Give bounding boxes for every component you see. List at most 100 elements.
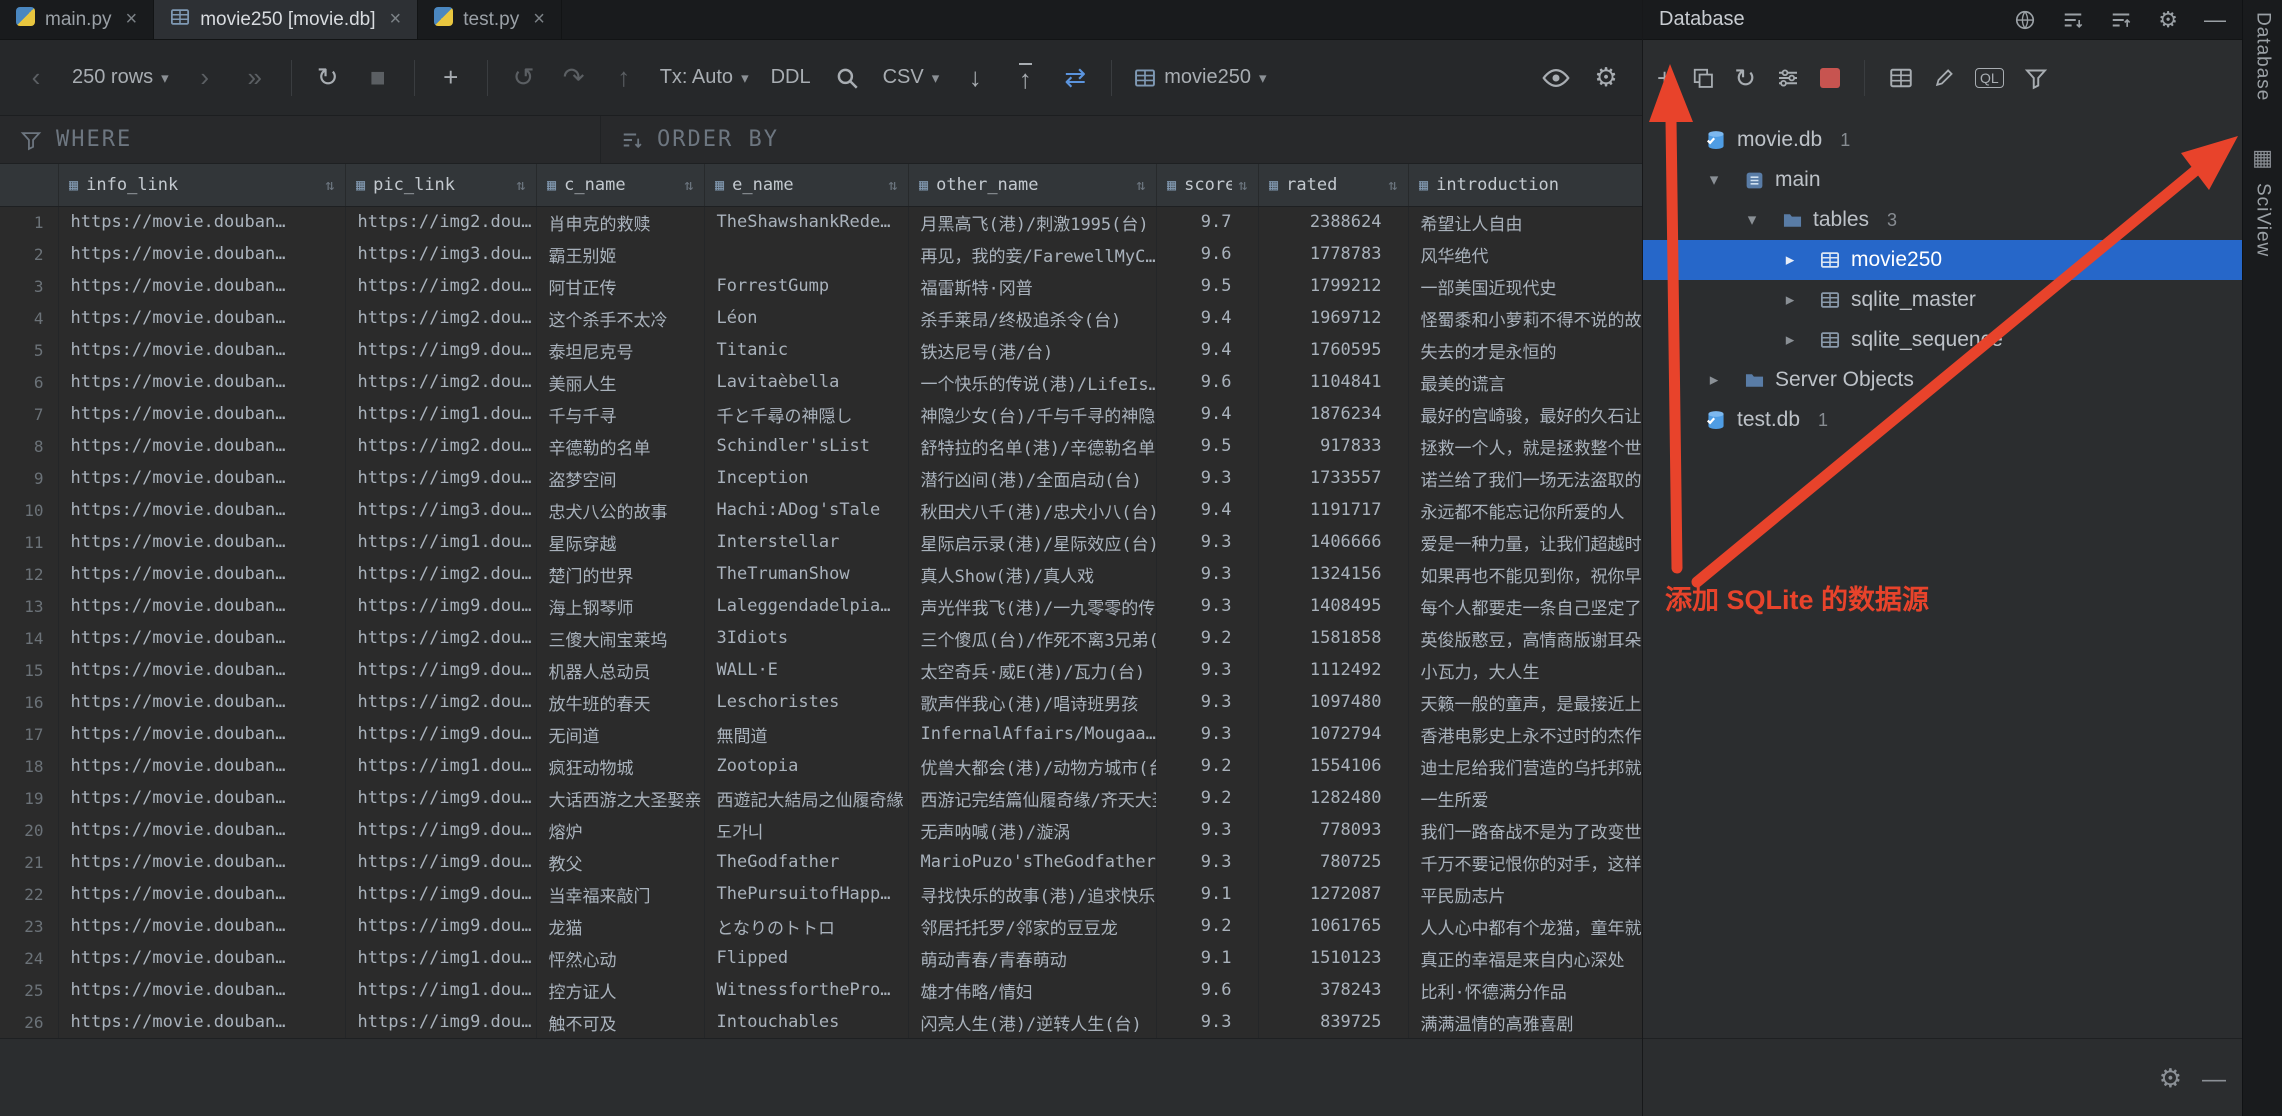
cell-pic-link[interactable]: https://img9.dou… bbox=[345, 782, 536, 814]
cell-other-name[interactable]: MarioPuzo'sTheGodfather bbox=[908, 846, 1156, 878]
order-by-filter-input[interactable]: ORDER BY bbox=[600, 116, 799, 163]
cell-rated[interactable]: 1406666 bbox=[1258, 526, 1408, 558]
cell-rated[interactable]: 778093 bbox=[1258, 814, 1408, 846]
chevron-down-icon[interactable]: ▾ bbox=[1733, 210, 1771, 230]
cell-other-name[interactable]: 神隐少女(台)/千与千寻的神隐 bbox=[908, 398, 1156, 430]
cell-score[interactable]: 9.3 bbox=[1156, 846, 1258, 878]
cell-rated[interactable]: 1061765 bbox=[1258, 910, 1408, 942]
cell-other-name[interactable]: 萌动青春/青春萌动 bbox=[908, 942, 1156, 974]
table-selector-button[interactable]: movie250 ▾ bbox=[1126, 55, 1274, 101]
cell-info-link[interactable]: https://movie.douban… bbox=[58, 622, 345, 654]
tree-item-sqlite-master[interactable]: ▸sqlite_master bbox=[1643, 280, 2242, 320]
cell-e-name[interactable]: 3Idiots bbox=[704, 622, 908, 654]
cell-info-link[interactable]: https://movie.douban… bbox=[58, 846, 345, 878]
cell-c-name[interactable]: 盗梦空间 bbox=[536, 462, 704, 494]
tab-main-py[interactable]: main.py× bbox=[0, 0, 154, 39]
cell-c-name[interactable]: 怦然心动 bbox=[536, 942, 704, 974]
cell-introduction[interactable]: 最好的宫崎骏，最好的久石让 bbox=[1408, 398, 1642, 430]
tree-item-movie250[interactable]: ▸movie250 bbox=[1643, 240, 2242, 280]
cell-introduction[interactable]: 平民励志片 bbox=[1408, 878, 1642, 910]
page-size-button[interactable]: 250 rows ▾ bbox=[64, 55, 177, 101]
cell-other-name[interactable]: 秋田犬八千(港)/忠犬小八(台) bbox=[908, 494, 1156, 526]
cell-rated[interactable]: 1408495 bbox=[1258, 590, 1408, 622]
cell-rated[interactable]: 1097480 bbox=[1258, 686, 1408, 718]
cell-rated[interactable]: 2388624 bbox=[1258, 206, 1408, 238]
cell-rated[interactable]: 1799212 bbox=[1258, 270, 1408, 302]
cell-score[interactable]: 9.3 bbox=[1156, 814, 1258, 846]
sort-arrows-icon[interactable]: ⇅ bbox=[516, 176, 525, 194]
row-number[interactable]: 10 bbox=[0, 494, 58, 526]
tab-movie250-movie-db[interactable]: movie250 [movie.db]× bbox=[154, 0, 418, 39]
cell-pic-link[interactable]: https://img2.dou… bbox=[345, 366, 536, 398]
cell-rated[interactable]: 780725 bbox=[1258, 846, 1408, 878]
cell-score[interactable]: 9.3 bbox=[1156, 462, 1258, 494]
cell-other-name[interactable]: 寻找快乐的故事(港)/追求快乐 bbox=[908, 878, 1156, 910]
cell-e-name[interactable]: となりのトトロ bbox=[704, 910, 908, 942]
last-page-button[interactable]: » bbox=[233, 55, 277, 101]
cell-pic-link[interactable]: https://img9.dou… bbox=[345, 846, 536, 878]
cell-other-name[interactable]: 邻居托托罗/邻家的豆豆龙 bbox=[908, 910, 1156, 942]
cell-e-name[interactable]: TheShawshankRede… bbox=[704, 206, 908, 238]
cell-pic-link[interactable]: https://img9.dou… bbox=[345, 590, 536, 622]
collapse-all-icon[interactable] bbox=[2110, 9, 2132, 31]
cell-c-name[interactable]: 当幸福来敲门 bbox=[536, 878, 704, 910]
cell-pic-link[interactable]: https://img9.dou… bbox=[345, 462, 536, 494]
cell-introduction[interactable]: 千万不要记恨你的对手，这样会 bbox=[1408, 846, 1642, 878]
cell-e-name[interactable]: TheTrumanShow bbox=[704, 558, 908, 590]
cell-introduction[interactable]: 永远都不能忘记你所爱的人 bbox=[1408, 494, 1642, 526]
cell-score[interactable]: 9.4 bbox=[1156, 302, 1258, 334]
cell-info-link[interactable]: https://movie.douban… bbox=[58, 590, 345, 622]
search-button[interactable] bbox=[825, 55, 869, 101]
panel-settings-gear-icon[interactable]: ⚙ bbox=[2158, 7, 2178, 33]
cell-introduction[interactable]: 最美的谎言 bbox=[1408, 366, 1642, 398]
cell-introduction[interactable]: 如果再也不能见到你，祝你早安 bbox=[1408, 558, 1642, 590]
cell-score[interactable]: 9.2 bbox=[1156, 910, 1258, 942]
sort-arrows-icon[interactable]: ⇅ bbox=[1238, 176, 1247, 194]
tool-button-database[interactable]: Database bbox=[2252, 12, 2274, 101]
new-datasource-button[interactable]: + bbox=[1657, 63, 1672, 94]
cell-score[interactable]: 9.4 bbox=[1156, 334, 1258, 366]
cell-rated[interactable]: 1191717 bbox=[1258, 494, 1408, 526]
sort-arrows-icon[interactable]: ⇅ bbox=[1136, 176, 1145, 194]
cell-rated[interactable]: 917833 bbox=[1258, 430, 1408, 462]
cell-pic-link[interactable]: https://img2.dou… bbox=[345, 302, 536, 334]
previous-page-button[interactable]: ‹ bbox=[14, 55, 58, 101]
cell-pic-link[interactable]: https://img9.dou… bbox=[345, 334, 536, 366]
cell-e-name[interactable]: Laleggendadelpia… bbox=[704, 590, 908, 622]
cell-e-name[interactable]: 도가니 bbox=[704, 814, 908, 846]
cell-info-link[interactable]: https://movie.douban… bbox=[58, 430, 345, 462]
gear-icon[interactable]: ⚙ bbox=[2159, 1063, 2182, 1094]
cell-other-name[interactable]: 太空奇兵·威E(港)/瓦力(台) bbox=[908, 654, 1156, 686]
sort-arrows-icon[interactable]: ⇅ bbox=[684, 176, 693, 194]
cell-info-link[interactable]: https://movie.douban… bbox=[58, 782, 345, 814]
cell-other-name[interactable]: 三个傻瓜(台)/作死不离3兄弟(港 bbox=[908, 622, 1156, 654]
cell-other-name[interactable]: 铁达尼号(港/台) bbox=[908, 334, 1156, 366]
cell-score[interactable]: 9.1 bbox=[1156, 942, 1258, 974]
cell-c-name[interactable]: 这个杀手不太冷 bbox=[536, 302, 704, 334]
cell-pic-link[interactable]: https://img1.dou… bbox=[345, 942, 536, 974]
cell-e-name[interactable]: 西遊記大結局之仙履奇緣 bbox=[704, 782, 908, 814]
expand-all-icon[interactable] bbox=[2062, 9, 2084, 31]
cell-other-name[interactable]: InfernalAffairs/Mougaa… bbox=[908, 718, 1156, 750]
cell-info-link[interactable]: https://movie.douban… bbox=[58, 878, 345, 910]
cell-e-name[interactable]: 無間道 bbox=[704, 718, 908, 750]
cell-info-link[interactable]: https://movie.douban… bbox=[58, 334, 345, 366]
cell-info-link[interactable]: https://movie.douban… bbox=[58, 814, 345, 846]
row-number[interactable]: 13 bbox=[0, 590, 58, 622]
cell-info-link[interactable]: https://movie.douban… bbox=[58, 494, 345, 526]
web-icon[interactable] bbox=[2014, 9, 2036, 31]
cell-c-name[interactable]: 机器人总动员 bbox=[536, 654, 704, 686]
cell-c-name[interactable]: 千与千寻 bbox=[536, 398, 704, 430]
tree-item-server-objects[interactable]: ▸Server Objects bbox=[1643, 360, 2242, 400]
cell-e-name[interactable]: Interstellar bbox=[704, 526, 908, 558]
cell-e-name[interactable]: 千と千尋の神隠し bbox=[704, 398, 908, 430]
cell-introduction[interactable]: 人人心中都有个龙猫，童年就永 bbox=[1408, 910, 1642, 942]
cell-introduction[interactable]: 拯救一个人，就是拯救整个世界 bbox=[1408, 430, 1642, 462]
column-header-other-name[interactable]: ▦other_name⇅ bbox=[908, 164, 1156, 206]
row-number[interactable]: 26 bbox=[0, 1006, 58, 1038]
cell-rated[interactable]: 1112492 bbox=[1258, 654, 1408, 686]
cell-other-name[interactable]: 声光伴我飞(港)/一九零零的传奇 bbox=[908, 590, 1156, 622]
cell-score[interactable]: 9.3 bbox=[1156, 686, 1258, 718]
sort-arrows-icon[interactable]: ⇅ bbox=[1388, 176, 1397, 194]
cell-e-name[interactable]: TheGodfather bbox=[704, 846, 908, 878]
